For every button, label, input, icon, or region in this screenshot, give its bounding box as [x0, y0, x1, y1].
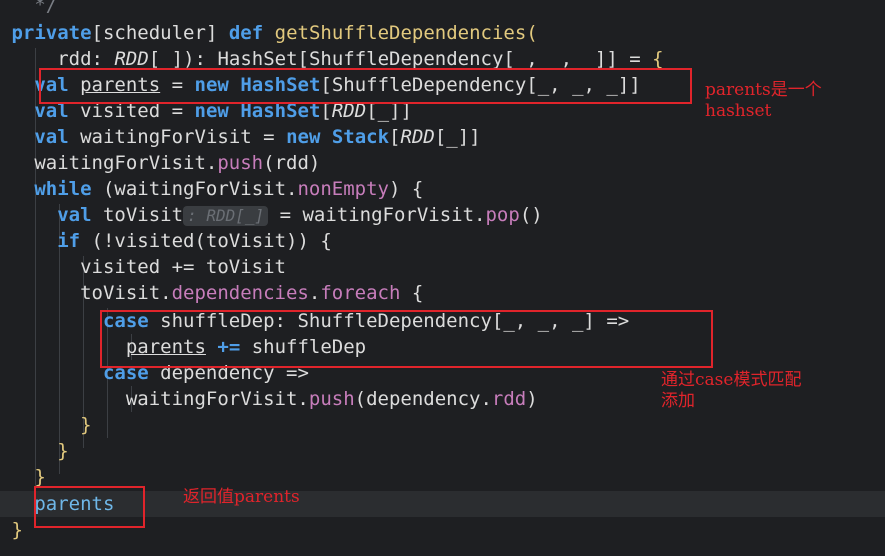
keyword: val — [34, 100, 69, 122]
condition: (!visited(toVisit)) { — [91, 230, 332, 252]
paren: ) { — [388, 178, 424, 200]
call-args: (dependency. — [354, 388, 492, 410]
type-inlay-hint: : RDD[_] — [183, 206, 269, 226]
bracket: [ — [320, 100, 332, 122]
object-ref: = waitingForVisit. — [279, 204, 486, 226]
brace: } — [57, 440, 69, 462]
type-name: RDD — [400, 126, 435, 148]
paren: ): — [183, 48, 206, 70]
keyword: case — [102, 362, 149, 384]
code-line-5: val waitingForVisit = new Stack[RDD[_]] — [0, 124, 885, 150]
code-line-6: waitingForVisit.push(rdd) — [0, 150, 885, 176]
code-line-1: private[scheduler] def getShuffleDepende… — [0, 20, 885, 46]
method-name: push — [308, 388, 355, 410]
field-name: rdd — [491, 388, 527, 410]
bracket: [ — [389, 126, 401, 148]
variable-name: shuffleDep — [251, 336, 367, 358]
keyword: case — [102, 310, 149, 332]
code-line-20: } — [0, 517, 885, 543]
type-args: [_] — [148, 48, 184, 70]
keyword: while — [34, 178, 92, 200]
call-args: () — [519, 204, 543, 226]
brace: } — [11, 519, 23, 541]
annotation-case-match: 通过case模式匹配 添加 — [661, 370, 802, 411]
brace: { — [411, 282, 424, 304]
statement: visited += toVisit — [80, 256, 286, 278]
return-type: HashSet[ShuffleDependency[_, _, _]] — [217, 48, 618, 70]
dot: . — [308, 282, 321, 304]
operator: = — [171, 100, 184, 122]
method-name: dependencies — [171, 282, 309, 304]
keyword: if — [57, 230, 81, 252]
operator: += — [217, 336, 241, 358]
keyword: new — [286, 126, 321, 148]
code-line-11: toVisit.dependencies.foreach { — [0, 280, 885, 306]
method-name: pop — [485, 204, 520, 226]
call-args: (rdd) — [263, 152, 321, 174]
object-ref: (waitingForVisit. — [102, 178, 298, 200]
case-pattern: shuffleDep: ShuffleDependency[_, _, _] — [160, 310, 595, 332]
object-ref: waitingForVisit. — [125, 388, 309, 410]
type-name: HashSet — [240, 100, 321, 122]
keyword: new — [194, 74, 229, 96]
operator: => — [606, 310, 630, 332]
code-line-13: parents += shuffleDep — [0, 334, 885, 360]
case-pattern: dependency — [160, 362, 275, 384]
keyword: val — [34, 74, 69, 96]
keyword: new — [194, 100, 229, 122]
type-name: Stack — [331, 126, 390, 148]
variable-name: parents — [125, 336, 206, 358]
code-line-19-current: parents — [0, 491, 885, 517]
code-line-7: while (waitingForVisit.nonEmpty) { — [0, 176, 885, 202]
method-name: push — [217, 152, 264, 174]
operator: = — [171, 74, 184, 96]
return-variable: parents — [34, 493, 115, 515]
paren: ( — [526, 22, 538, 44]
object-ref: waitingForVisit. — [34, 152, 218, 174]
comment-text: */ — [34, 0, 58, 16]
method-name: foreach — [320, 282, 401, 304]
code-line-17: } — [0, 438, 885, 464]
function-name: getShuffleDependencies — [274, 22, 527, 44]
scope-name: scheduler — [102, 22, 206, 44]
keyword: val — [34, 126, 69, 148]
operator: = — [629, 48, 641, 70]
operator: => — [286, 362, 309, 384]
code-editor[interactable]: */ private[scheduler] def getShuffleDepe… — [0, 0, 885, 556]
colon: : — [91, 48, 103, 70]
code-line-2: rdd: RDD[_]): HashSet[ShuffleDependency[… — [0, 46, 885, 72]
keyword: val — [57, 204, 92, 226]
type-name: RDD — [331, 100, 367, 122]
keyword: private — [11, 22, 92, 44]
brace: } — [34, 466, 46, 488]
type-args: [_]] — [434, 126, 481, 148]
variable-name: waitingForVisit — [80, 126, 252, 148]
annotation-return-value: 返回值parents — [183, 487, 300, 507]
brace: } — [80, 414, 92, 436]
method-name: nonEmpty — [297, 178, 389, 200]
type-args: [ShuffleDependency[_, _, _]] — [320, 74, 641, 96]
code-line-comment: */ — [0, 0, 885, 18]
operator: = — [263, 126, 275, 148]
keyword: def — [228, 22, 264, 44]
variable-name: parents — [80, 74, 161, 96]
paren: ) — [526, 388, 538, 410]
code-line-12: case shuffleDep: ShuffleDependency[_, _,… — [0, 308, 885, 334]
annotation-parents-hashset: parents是一个 hashset — [705, 80, 822, 121]
code-line-16: } — [0, 412, 885, 438]
param-name: rdd — [57, 48, 92, 70]
code-line-9: if (!visited(toVisit)) { — [0, 228, 885, 254]
object-ref: toVisit. — [80, 282, 172, 304]
variable-name: toVisit — [102, 204, 184, 226]
code-line-10: visited += toVisit — [0, 254, 885, 280]
code-line-8: val toVisit: RDD[_] = waitingForVisit.po… — [0, 202, 885, 228]
brace: { — [652, 48, 664, 70]
variable-name: visited — [80, 100, 161, 122]
bracket: [ — [91, 22, 103, 44]
bracket: ] — [205, 22, 218, 44]
type-args: [_]] — [366, 100, 412, 122]
type-name: HashSet — [240, 74, 321, 96]
code-line-18: } — [0, 464, 885, 490]
type-name: RDD — [114, 48, 149, 70]
